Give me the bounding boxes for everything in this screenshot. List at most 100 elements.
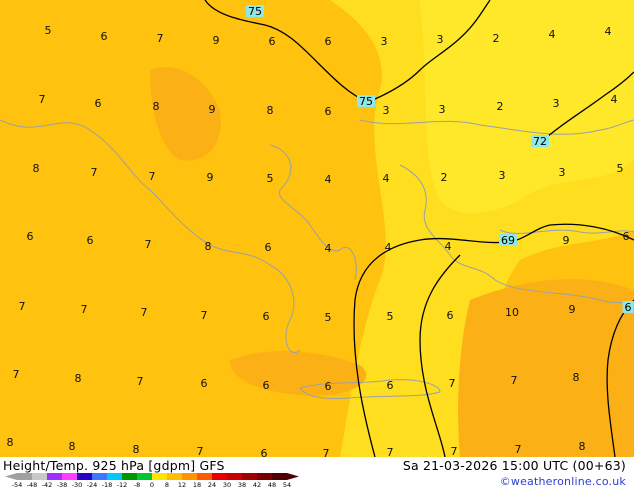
temp-label: 6	[623, 230, 630, 243]
legend-tick: 48	[268, 481, 276, 488]
legend-tick: -38	[57, 481, 68, 488]
legend-tick: 8	[165, 481, 169, 488]
temp-label: 7	[515, 443, 522, 456]
temp-label: 8	[205, 240, 212, 253]
legend-swatch	[17, 473, 32, 480]
temp-label: 8	[579, 440, 586, 453]
temp-label: 8	[573, 371, 580, 384]
svg-text:75: 75	[248, 5, 262, 18]
temp-label: 5	[617, 162, 624, 175]
legend-swatch	[47, 473, 62, 480]
legend-tick: -30	[72, 481, 83, 488]
temp-label: 5	[267, 172, 274, 185]
legend-tick: -54	[12, 481, 23, 488]
temp-label: 7	[141, 306, 148, 319]
temp-label: 7	[13, 368, 20, 381]
temp-label: 4	[325, 173, 332, 186]
legend-arrow-right	[287, 473, 299, 480]
temp-label: 5	[45, 24, 52, 37]
temp-label: 6	[263, 379, 270, 392]
temp-label: 8	[267, 104, 274, 117]
legend-tick: 12	[178, 481, 186, 488]
temp-label: 4	[605, 25, 612, 38]
temp-label: 7	[197, 445, 204, 457]
temp-label: 9	[213, 34, 220, 47]
temp-label: 6	[201, 377, 208, 390]
map-datetime: Sa 21-03-2026 15:00 UTC (00+63)	[402, 458, 626, 473]
svg-text:75: 75	[359, 95, 373, 108]
legend-tick: -24	[87, 481, 98, 488]
contour-label: 72	[531, 135, 549, 148]
legend-tick: 0	[150, 481, 154, 488]
temp-label: 7	[387, 446, 394, 457]
temp-label: 2	[497, 100, 504, 113]
svg-text:6: 6	[625, 301, 632, 314]
legend-swatch	[32, 473, 47, 480]
temp-label: 10	[505, 306, 519, 319]
temp-label: 5	[325, 311, 332, 324]
temp-label: 9	[209, 103, 216, 116]
temp-label: 6	[387, 379, 394, 392]
temp-label: 6	[101, 30, 108, 43]
temp-label: 7	[157, 32, 164, 45]
temp-label: 6	[325, 380, 332, 393]
temp-label: 3	[381, 35, 388, 48]
temp-label: 7	[201, 309, 208, 322]
credit-text: ©weatheronline.co.uk	[499, 475, 626, 488]
contour-label: 75	[357, 95, 375, 108]
map-footer: Height/Temp. 925 hPa [gdpm] GFS Sa 21-03…	[0, 457, 634, 490]
legend-swatch	[62, 473, 77, 480]
legend-swatch	[257, 473, 272, 480]
legend-swatch	[227, 473, 242, 480]
temp-label: 3	[559, 166, 566, 179]
svg-text:72: 72	[533, 135, 547, 148]
legend-swatch	[92, 473, 107, 480]
temp-label: 3	[553, 97, 560, 110]
legend-tick: -8	[134, 481, 140, 488]
temp-label: 4	[385, 241, 392, 254]
legend-tick: 38	[238, 481, 246, 488]
temp-label: 6	[325, 105, 332, 118]
legend-swatch	[122, 473, 137, 480]
temp-label: 2	[441, 171, 448, 184]
temp-label: 5	[387, 310, 394, 323]
legend-tick: 30	[223, 481, 231, 488]
svg-text:69: 69	[501, 234, 515, 247]
legend-tick: 54	[283, 481, 291, 488]
temp-label: 4	[383, 172, 390, 185]
temp-label: 2	[493, 32, 500, 45]
contour-label: 69	[499, 234, 517, 247]
temp-label: 3	[499, 169, 506, 182]
weather-map-page: 5679663324476898633234877954423356678644…	[0, 0, 634, 490]
legend-tick: -48	[27, 481, 38, 488]
color-legend: -54 -48 -42 -38 -30 -24 -18 -12 -8 0 8 12 18 24 30 38 42…	[5, 473, 299, 488]
temp-label: 4	[549, 28, 556, 41]
temp-label: 6	[261, 447, 268, 457]
temp-label: 7	[449, 377, 456, 390]
temp-label: 7	[323, 447, 330, 457]
temp-label: 6	[325, 35, 332, 48]
temperature-map: 5 6 7 9 6 6 3 3 2 4 4 7 6 8 9 8 6 3 3 2 3 4 8 7 7 9 5 4 4 2 3 3 5 6 6 7 8 6 4 4…	[0, 0, 634, 457]
temp-label: 6	[263, 310, 270, 323]
temp-label: 4	[445, 240, 452, 253]
legend-swatch	[77, 473, 92, 480]
legend-swatch	[212, 473, 227, 480]
legend-swatch	[272, 473, 287, 480]
contour-label: 6	[622, 301, 634, 314]
temp-label: 8	[7, 436, 14, 449]
legend-tick: -12	[117, 481, 128, 488]
legend-tick: -18	[102, 481, 113, 488]
legend-tick: 18	[193, 481, 201, 488]
temp-label: 3	[439, 103, 446, 116]
temp-label: 7	[81, 303, 88, 316]
temp-label: 3	[383, 104, 390, 117]
temp-label: 6	[447, 309, 454, 322]
legend-swatch	[242, 473, 257, 480]
legend-swatch	[137, 473, 152, 480]
legend-tick: -42	[42, 481, 53, 488]
temp-label: 9	[207, 171, 214, 184]
temp-label: 7	[149, 170, 156, 183]
temp-label: 7	[145, 238, 152, 251]
temp-label: 8	[153, 100, 160, 113]
temp-label: 9	[569, 303, 576, 316]
